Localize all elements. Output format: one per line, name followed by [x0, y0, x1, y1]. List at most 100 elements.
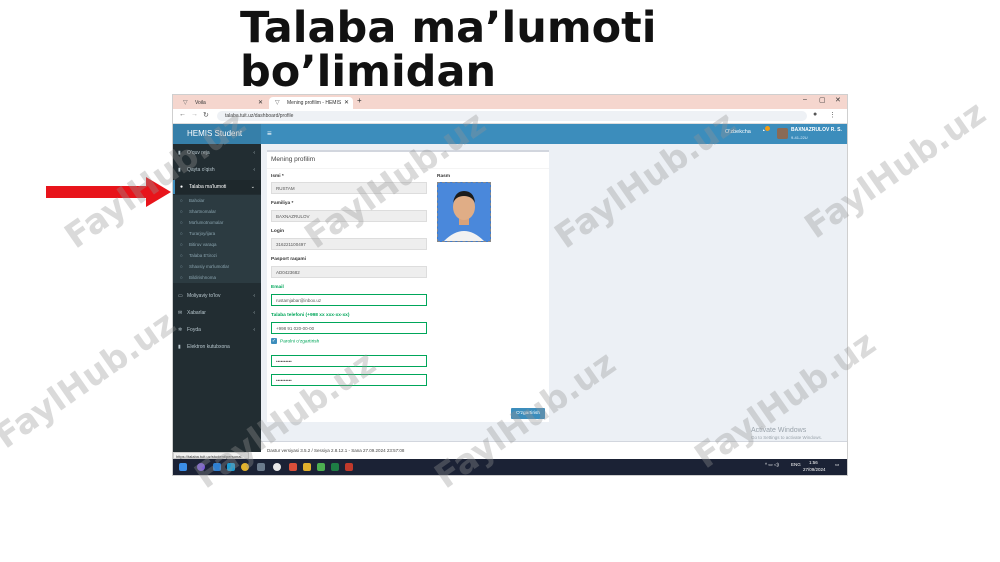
menu-dots-icon[interactable]: ⋮	[829, 111, 836, 119]
chevron-left-icon: ‹	[253, 293, 255, 299]
sidebar: ▮ O'quv reja ‹ ▮ Qayta o'qish ‹ ● Talaba…	[173, 144, 261, 452]
sidebar-subitem[interactable]: ○ Bitiruv varaqa	[173, 239, 261, 250]
app-icon[interactable]	[257, 463, 265, 471]
name-label: Ismi *	[271, 174, 284, 179]
app-icon[interactable]	[289, 463, 297, 471]
sidebar-item-talaba-malumoti[interactable]: ● Talaba ma'lumoti ⌄	[173, 180, 261, 194]
reload-icon[interactable]: ↻	[203, 111, 209, 119]
close-window-icon[interactable]: ✕	[835, 96, 841, 104]
chevron-left-icon: ‹	[253, 310, 255, 316]
minimize-icon[interactable]: –	[803, 96, 807, 103]
mail-icon: ✉	[178, 310, 183, 316]
phone-label: Talaba telefoni (+998 xx xxx-xx-xx)	[271, 313, 350, 318]
circle-icon: ○	[180, 209, 183, 214]
name-field: RUSTAM	[271, 182, 427, 194]
app-icon[interactable]	[317, 463, 325, 471]
circle-icon: ○	[180, 242, 183, 247]
save-button[interactable]: O'zgartirish	[511, 408, 545, 419]
back-icon[interactable]: ←	[179, 111, 186, 118]
tray-icons[interactable]: ^ ▭ ◁)	[765, 462, 779, 468]
browser-tab-1[interactable]: ▽ Voila ✕	[177, 97, 267, 109]
folder-icon[interactable]	[303, 463, 311, 471]
activate-windows-subtitle: Go to Settings to activate Windows.	[751, 435, 823, 440]
search-icon[interactable]	[197, 463, 205, 471]
phone-input[interactable]: +998 91 020-00-00	[271, 322, 427, 334]
sidebar-subitem[interactable]: ○ Bildirishnoma	[173, 272, 261, 283]
windows-start-icon[interactable]	[179, 463, 187, 471]
sidebar-item-moliyaviy-tolov[interactable]: ▭ Moliyaviy to'lov ‹	[173, 289, 261, 303]
sidebar-subitem[interactable]: ○ Shartnomalar	[173, 206, 261, 217]
favicon-icon: ▽	[183, 100, 188, 106]
activate-windows-title: Activate Windows	[751, 427, 807, 434]
repeat-icon: ▮	[178, 167, 181, 173]
notification-badge	[765, 126, 770, 131]
app-icon[interactable]	[213, 463, 221, 471]
chrome-icon[interactable]	[241, 463, 249, 471]
screenshot-frame: ▽ Voila ✕ ▽ Mening profilim - HEMIS Stud…	[172, 94, 848, 476]
hamburger-icon[interactable]: ≡	[267, 129, 272, 139]
login-field: 316221100497	[271, 238, 427, 250]
user-icon: ●	[180, 184, 184, 190]
tray-language[interactable]: ENG	[791, 462, 801, 467]
chevron-down-icon: ⌄	[250, 184, 255, 190]
app-header: HEMIS Student ≡ O'zbekcha ◔ BAXNAZRULOV …	[173, 124, 847, 144]
sidebar-item-xabarlar[interactable]: ✉ Xabarlar ‹	[173, 306, 261, 320]
language-selector[interactable]: O'zbekcha	[725, 129, 751, 135]
profile-photo[interactable]	[437, 182, 491, 242]
app-brand[interactable]: HEMIS Student	[173, 124, 261, 144]
sidebar-item-oquv-reja[interactable]: ▮ O'quv reja ‹	[173, 146, 261, 160]
sidebar-subitem[interactable]: ○ Ma'lumotnomalar	[173, 217, 261, 228]
app-icon[interactable]	[227, 463, 235, 471]
password-input[interactable]: ••••••••••	[271, 355, 427, 367]
excel-icon[interactable]	[331, 463, 339, 471]
sidebar-subitem[interactable]: ○ Talaba E'tirozi	[173, 250, 261, 261]
sidebar-subitem-label: Bildirishnoma	[189, 275, 217, 280]
tray-time[interactable]: 1:56	[809, 460, 818, 465]
notification-icon[interactable]: ▭	[835, 462, 839, 468]
sidebar-item-label: Qayta o'qish	[187, 167, 215, 173]
maximize-icon[interactable]: ▢	[819, 96, 826, 104]
checkbox-checked-icon[interactable]: ✓	[271, 338, 277, 344]
user-name[interactable]: BAXNAZRULOV R. S.	[791, 127, 842, 133]
circle-icon: ○	[180, 264, 183, 269]
sidebar-subitem[interactable]: ○ Baholar	[173, 195, 261, 206]
close-tab-icon[interactable]: ✕	[258, 97, 263, 109]
sidebar-item-label: Foyda	[187, 327, 201, 333]
sidebar-item-elektron-kutubxona[interactable]: ▮ Elektron kutubxona	[173, 340, 261, 354]
chevron-left-icon: ‹	[253, 327, 255, 333]
browser-tab-2[interactable]: ▽ Mening profilim - HEMIS Stude ✕	[269, 97, 353, 118]
sidebar-item-qayta-oqish[interactable]: ▮ Qayta o'qish ‹	[173, 163, 261, 177]
email-input[interactable]: rustamjabar@inbox.uz	[271, 294, 427, 306]
windows-taskbar: ^ ▭ ◁) ENG 1:56 27/09/2024 ▭	[173, 459, 847, 475]
sidebar-subitem-label: Shartnomalar	[189, 209, 217, 214]
sidebar-item-foyda[interactable]: ✲ Foyda ‹	[173, 323, 261, 337]
avatar[interactable]	[777, 128, 788, 139]
forward-icon[interactable]: →	[191, 111, 198, 118]
close-tab-icon[interactable]: ✕	[344, 97, 349, 109]
change-password-checkbox[interactable]: ✓ Parolni o'zgartirish	[271, 338, 319, 344]
new-tab-icon[interactable]: +	[357, 96, 362, 105]
favicon-icon: ▽	[275, 100, 280, 106]
watermark-text: FaylHub.uz	[0, 303, 184, 457]
sidebar-item-label: Talaba ma'lumoti	[189, 184, 227, 190]
url-field[interactable]: talaba.tuit.uz/dashboard/profile	[217, 111, 807, 121]
password-confirm-input[interactable]: ••••••••••	[271, 374, 427, 386]
box-title: Mening profilim	[271, 156, 316, 163]
tray-date[interactable]: 27/09/2024	[803, 467, 826, 472]
profile-icon[interactable]: ●	[813, 111, 817, 118]
app-icon[interactable]	[273, 463, 281, 471]
powerpoint-icon[interactable]	[345, 463, 353, 471]
wallet-icon: ▭	[178, 293, 183, 299]
sidebar-subitem-label: Bitiruv varaqa	[189, 242, 217, 247]
photo-label: Rasm	[437, 174, 451, 179]
sidebar-subitem[interactable]: ○ Turarjoy/ijara	[173, 228, 261, 239]
sidebar-subitem-label: Shaxsiy ma'lumotlar	[189, 264, 230, 269]
login-label: Login	[271, 229, 285, 234]
sidebar-subitem[interactable]: ○ Shaxsiy ma'lumotlar	[173, 261, 261, 272]
circle-icon: ○	[180, 198, 183, 203]
sidebar-subitem-label: Turarjoy/ijara	[189, 231, 216, 236]
email-label: Email	[271, 285, 284, 290]
sidebar-item-label: O'quv reja	[187, 150, 210, 156]
main-content: Mening profilim Ismi * RUSTAM Familiya *…	[261, 144, 847, 459]
user-group: 9-41-22U	[791, 135, 808, 140]
